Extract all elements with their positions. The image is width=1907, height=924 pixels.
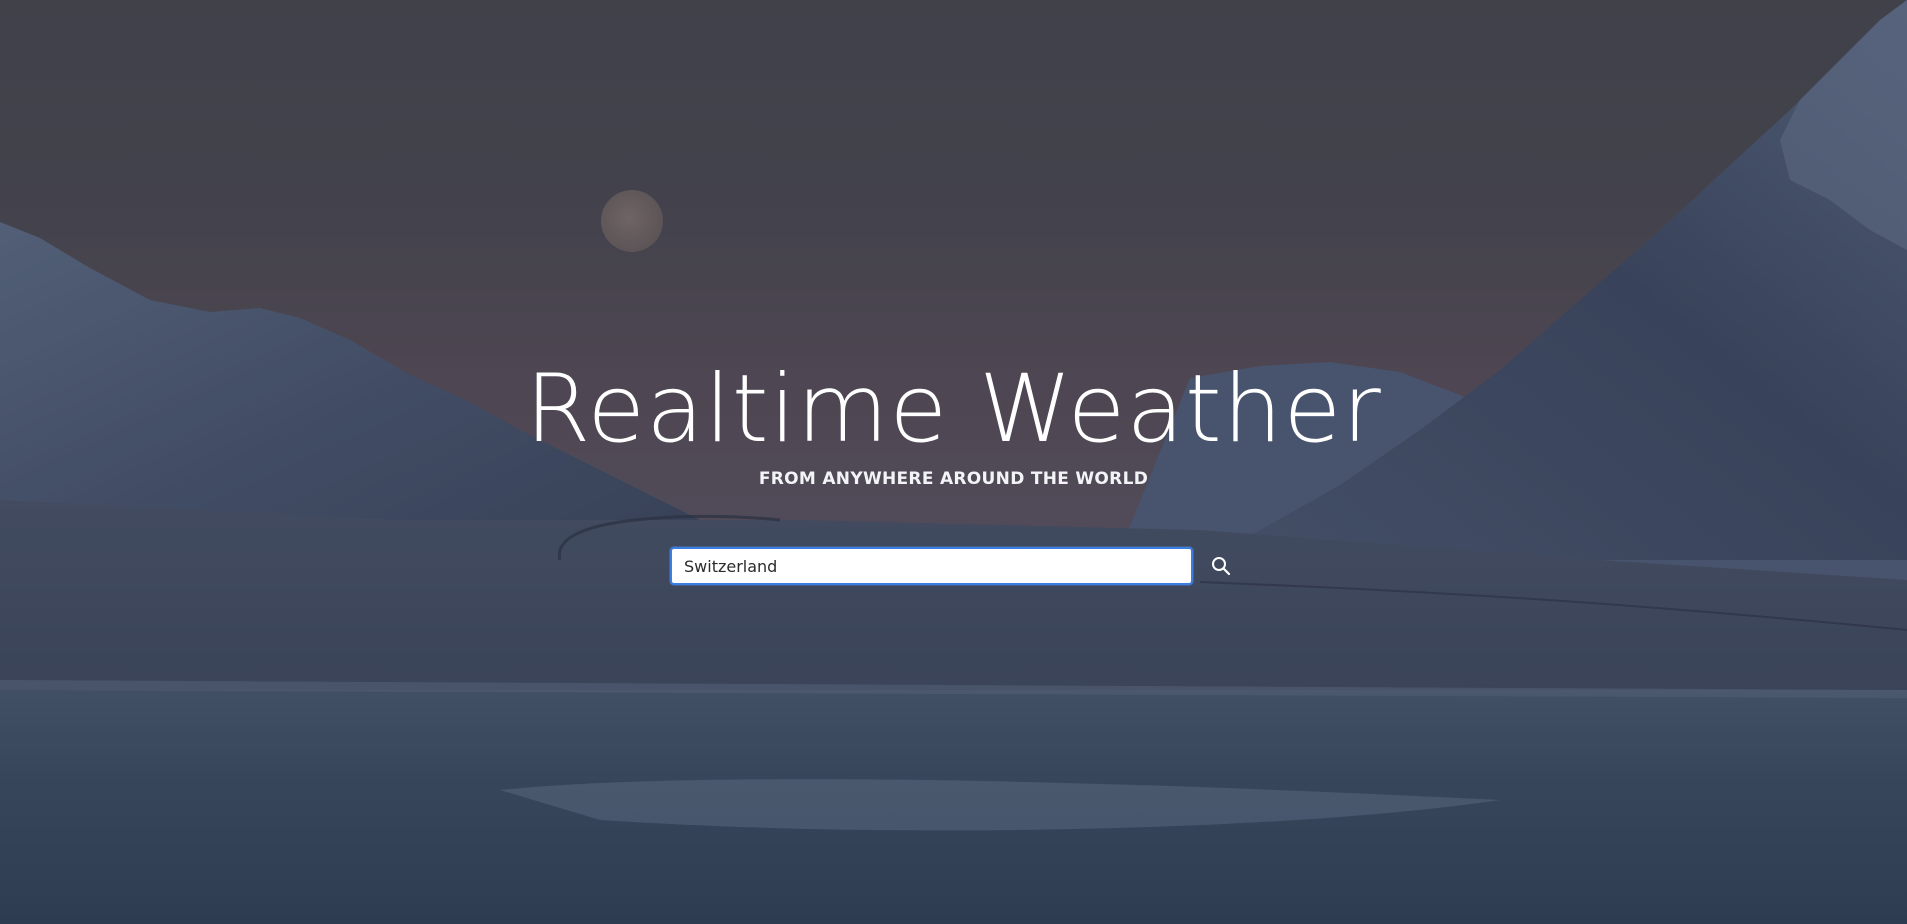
- hero-section: Realtime Weather FROM ANYWHERE AROUND TH…: [0, 352, 1907, 489]
- search-input[interactable]: [670, 547, 1193, 585]
- search-icon: [1212, 557, 1231, 576]
- search-bar: [670, 547, 1240, 585]
- page-title: Realtime Weather: [525, 355, 1382, 464]
- search-button[interactable]: [1209, 554, 1233, 578]
- page-subtitle: FROM ANYWHERE AROUND THE WORLD: [758, 469, 1149, 489]
